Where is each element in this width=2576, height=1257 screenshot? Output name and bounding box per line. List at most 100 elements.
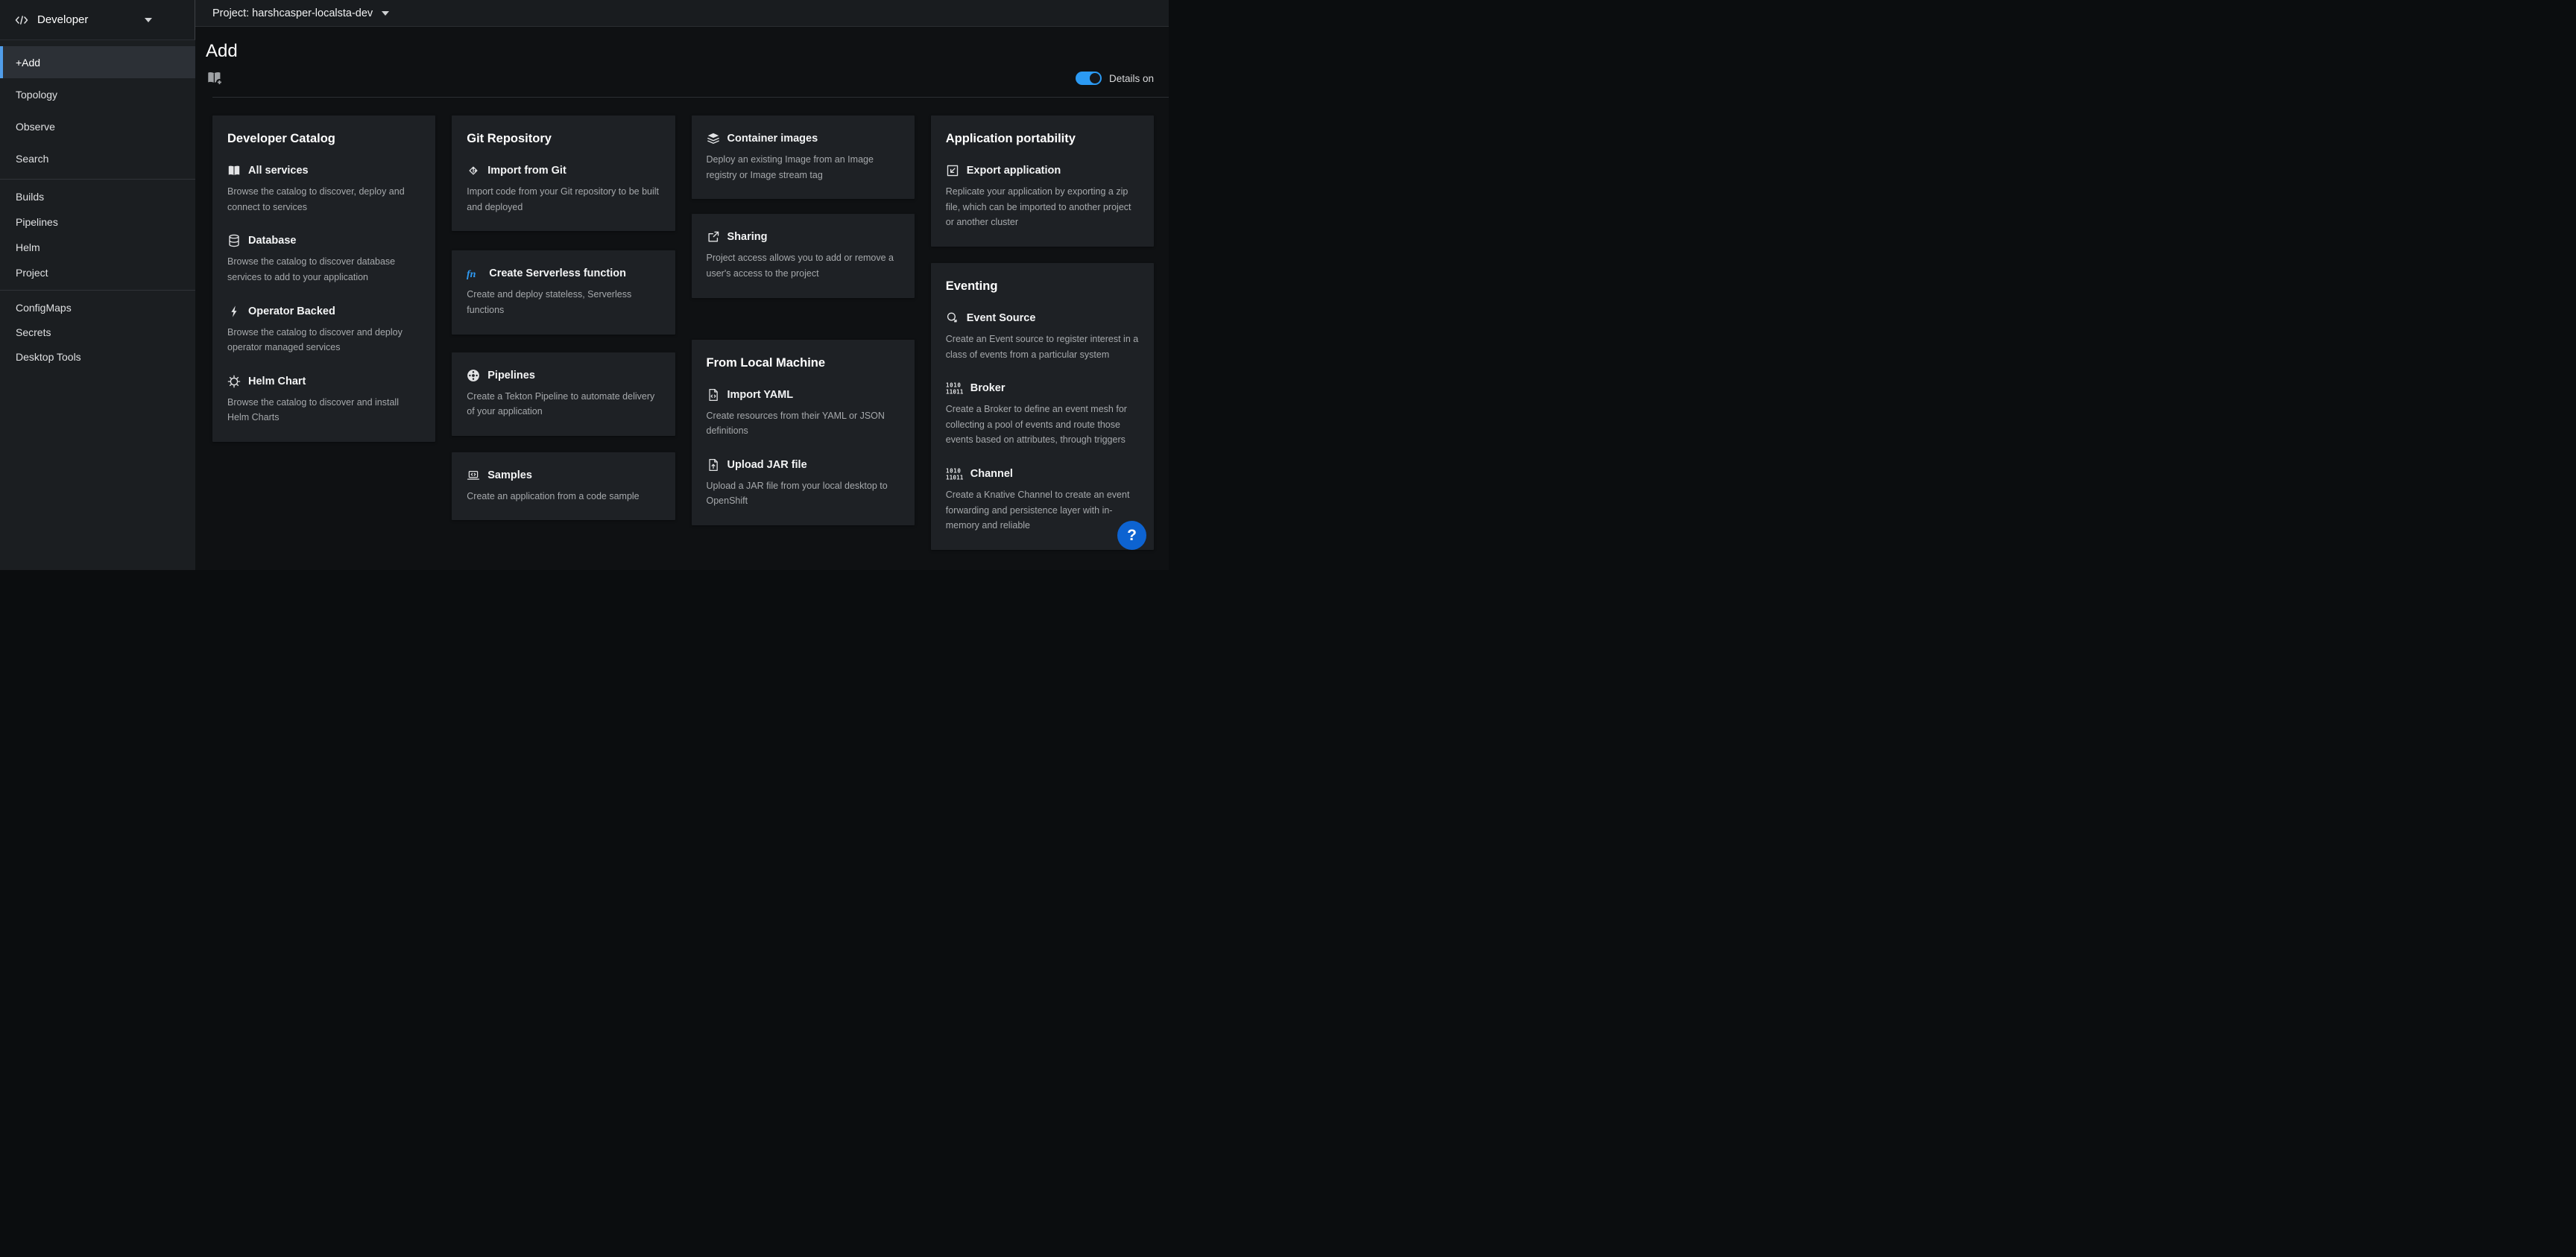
card-eventing[interactable]: Eventing Event Source Create an Event sour… xyxy=(931,263,1154,550)
card-git-repository[interactable]: Git RepositoryImport from GitImport code… xyxy=(452,115,675,231)
sidebar-item-label: Observe xyxy=(16,121,55,133)
perspective-switcher[interactable]: Developer xyxy=(0,0,195,40)
toggle-knob xyxy=(1090,73,1100,83)
item-title: Event Source xyxy=(967,312,1036,324)
sidebar-item-pipelines[interactable]: Pipelines xyxy=(0,209,195,235)
sidebar-item-search[interactable]: Search xyxy=(0,142,195,174)
item-description: Deploy an existing Image from an Image r… xyxy=(707,152,900,183)
item-title: Operator Backed xyxy=(248,305,335,317)
card-container-images[interactable]: Container images Deploy an existing Image… xyxy=(692,115,915,199)
sidebar-item-label: Topology xyxy=(16,89,57,101)
card-item-database[interactable]: DatabaseBrowse the catalog to discover d… xyxy=(227,234,420,285)
card-pipelines[interactable]: PipelinesCreate a Tekton Pipeline to aut… xyxy=(452,352,675,436)
sidebar-item-helm[interactable]: Helm xyxy=(0,235,195,260)
card-item-broker[interactable]: 101011011BrokerCreate a Broker to define… xyxy=(946,381,1139,448)
card-item-import-from-git[interactable]: Import from Git Import code from your Git… xyxy=(467,164,660,215)
item-description: Create an Event source to register inter… xyxy=(946,332,1139,362)
card-item-import-yaml[interactable]: Import YAMLCreate resources from their Y… xyxy=(707,388,900,439)
card-item-operator-backed[interactable]: Operator BackedBrowse the catalog to dis… xyxy=(227,305,420,355)
item-title-row: Helm Chart xyxy=(227,375,420,388)
sidebar-item-secrets[interactable]: Secrets xyxy=(0,320,195,344)
card-item-pipelines[interactable]: PipelinesCreate a Tekton Pipeline to aut… xyxy=(467,369,660,419)
card-create-serverless-function[interactable]: fn Create Serverless function Create and d… xyxy=(452,250,675,334)
card-group-title: Eventing xyxy=(946,279,1139,294)
item-description: Replicate your application by exporting … xyxy=(946,184,1139,230)
code-icon xyxy=(14,14,29,26)
sidebar-item-project[interactable]: Project xyxy=(0,260,195,285)
export-icon xyxy=(946,164,959,177)
svg-text:1010: 1010 xyxy=(946,382,961,389)
card-item-create-serverless-function[interactable]: fn Create Serverless function Create and d… xyxy=(467,267,660,317)
share-icon xyxy=(707,230,720,244)
svg-text:11011: 11011 xyxy=(946,389,963,395)
sidebar-item-add[interactable]: +Add xyxy=(0,46,195,78)
sidebar-item-builds[interactable]: Builds xyxy=(0,184,195,209)
card-samples[interactable]: SamplesCreate an application from a code… xyxy=(452,452,675,521)
sidebar-section-divider xyxy=(0,179,195,180)
chevron-down-icon xyxy=(382,11,389,16)
perspective-label: Developer xyxy=(37,13,88,26)
item-title: Pipelines xyxy=(487,370,535,381)
card-item-samples[interactable]: SamplesCreate an application from a code… xyxy=(467,469,660,504)
card-item-event-source[interactable]: Event Source Create an Event source to re… xyxy=(946,311,1139,362)
item-description: Browse the catalog to discover, deploy a… xyxy=(227,184,420,215)
item-description: Create and deploy stateless, Serverless … xyxy=(467,287,660,317)
svg-text:fn: fn xyxy=(467,269,476,280)
item-title-row: Sharing xyxy=(707,230,900,244)
file-code-icon xyxy=(707,388,720,402)
card-item-channel[interactable]: 101011011ChannelCreate a Knative Channel… xyxy=(946,467,1139,533)
sidebar: Developer +Add Topology Observe Search Build… xyxy=(0,0,195,570)
sidebar-item-observe[interactable]: Observe xyxy=(0,110,195,142)
item-title-row: Container images xyxy=(707,132,900,145)
sidebar-item-label: Helm xyxy=(16,241,40,253)
project-selector[interactable]: Project: harshcasper-localsta-dev xyxy=(195,0,1169,27)
item-title-row: Import from Git xyxy=(467,164,660,177)
card-item-upload-jar-file[interactable]: Upload JAR fileUpload a JAR file from yo… xyxy=(707,458,900,509)
item-title: Channel xyxy=(970,468,1013,480)
card-group-title: Developer Catalog xyxy=(227,132,420,146)
sidebar-item-configmaps[interactable]: ConfigMaps xyxy=(0,295,195,320)
item-title: Helm Chart xyxy=(248,376,306,387)
svg-text:11011: 11011 xyxy=(946,475,963,481)
card-developer-catalog[interactable]: Developer Catalog All services Browse the … xyxy=(212,115,435,442)
sidebar-nav: +Add Topology Observe Search BuildsPipelines… xyxy=(0,40,195,369)
sidebar-item-desktop-tools[interactable]: Desktop Tools xyxy=(0,344,195,369)
card-item-helm-chart[interactable]: Helm ChartBrowse the catalog to discover… xyxy=(227,375,420,425)
card-item-all-services[interactable]: All services Browse the catalog to discov… xyxy=(227,164,420,215)
sidebar-item-label: +Add xyxy=(16,57,40,69)
card-group-title: From Local Machine xyxy=(707,356,900,370)
card-sharing[interactable]: SharingProject access allows you to add … xyxy=(692,214,915,297)
sidebar-item-topology[interactable]: Topology xyxy=(0,78,195,110)
guided-tour-book-plus-icon[interactable] xyxy=(206,70,224,86)
item-title-row: Upload JAR file xyxy=(707,458,900,472)
help-button[interactable]: ? xyxy=(1117,521,1146,550)
page-header-row: Details on xyxy=(206,70,1154,86)
item-title: All services xyxy=(248,165,309,177)
card-item-container-images[interactable]: Container images Deploy an existing Image… xyxy=(707,132,900,183)
item-title: Create Serverless function xyxy=(489,267,626,279)
main-area: Project: harshcasper-localsta-dev Add xyxy=(195,0,1169,570)
channel-icon: 101011011 xyxy=(946,467,963,481)
card-application-portability[interactable]: Application portability Export applicatio… xyxy=(931,115,1154,247)
details-toggle-label: Details on xyxy=(1109,73,1154,84)
details-toggle[interactable] xyxy=(1076,72,1102,85)
fn-icon: fn xyxy=(467,267,482,280)
pipelines-icon xyxy=(467,369,480,382)
sidebar-item-label: Desktop Tools xyxy=(16,351,81,363)
item-title: Import YAML xyxy=(727,389,794,401)
card-column: Developer Catalog All services Browse the … xyxy=(212,115,435,442)
item-title-row: fn Create Serverless function xyxy=(467,267,660,280)
item-title: Import from Git xyxy=(487,165,566,177)
item-description: Browse the catalog to discover database … xyxy=(227,254,420,285)
item-title: Export application xyxy=(967,165,1061,177)
card-column: Application portability Export applicatio… xyxy=(931,115,1154,550)
card-item-sharing[interactable]: SharingProject access allows you to add … xyxy=(707,230,900,281)
sidebar-item-label: ConfigMaps xyxy=(16,302,72,314)
card-item-export-application[interactable]: Export application Replicate your applica… xyxy=(946,164,1139,230)
card-group-title: Application portability xyxy=(946,132,1139,146)
broker-icon: 101011011 xyxy=(946,381,963,395)
item-description: Import code from your Git repository to … xyxy=(467,184,660,215)
card-from-local-machine[interactable]: From Local Machine Import YAMLCreate reso… xyxy=(692,340,915,526)
item-title-row: Samples xyxy=(467,469,660,482)
card-column: Git RepositoryImport from GitImport code… xyxy=(452,115,675,520)
